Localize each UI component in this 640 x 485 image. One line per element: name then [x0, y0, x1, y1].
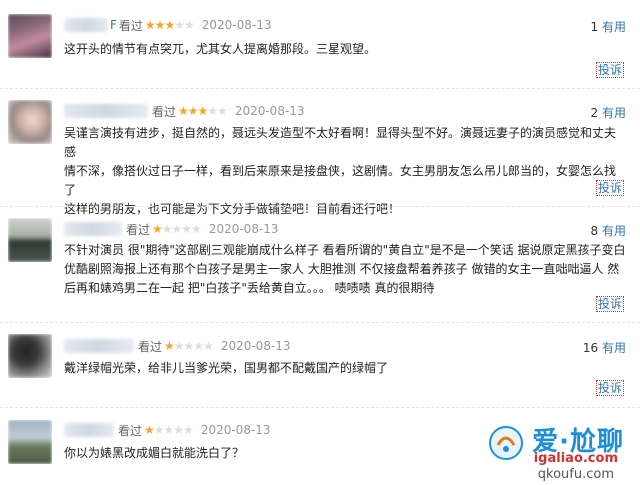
- username-blurred[interactable]: [64, 104, 148, 118]
- user-avatar[interactable]: [8, 218, 52, 262]
- user-avatar[interactable]: [8, 420, 52, 464]
- user-avatar[interactable]: [8, 100, 52, 144]
- divider: [0, 88, 640, 89]
- username-blurred[interactable]: [64, 423, 114, 437]
- review-text: 吴谨言演技有进步，挺自然的，聂远头发造型不太好看啊！显得头型不好。演聂远妻子的演…: [64, 126, 617, 216]
- watched-label: 看过: [118, 18, 143, 33]
- watermark-logo-icon: [489, 426, 523, 460]
- divider: [0, 322, 640, 323]
- review-date: 2020-08-13: [234, 104, 305, 118]
- report-link[interactable]: 投诉: [595, 180, 624, 196]
- useful-vote[interactable]: 8 有用: [591, 222, 626, 239]
- site-watermark: 爱·尬聊 igaliao.com qkoufu.com: [484, 415, 634, 485]
- divider: [0, 206, 640, 207]
- user-avatar[interactable]: [8, 14, 52, 58]
- rating-stars: ★★★★★: [144, 423, 194, 437]
- watched-label: 看过: [138, 339, 163, 354]
- review-text: 不针对演员 很"期待"这部剧三观能崩成什么样子 看看所谓的"黄自立"是不是一个笑…: [64, 243, 626, 295]
- username-blurred[interactable]: [64, 339, 134, 353]
- report-link[interactable]: 投诉: [595, 296, 624, 312]
- watched-label: 看过: [118, 423, 143, 438]
- watched-label: 看过: [126, 222, 151, 237]
- useful-vote[interactable]: 16 有用: [583, 339, 626, 356]
- report-link[interactable]: 投诉: [595, 62, 624, 78]
- review-date: 2020-08-13: [201, 18, 272, 32]
- review-text: 这开头的情节有点突兀，尤其女人提离婚那段。三星观望。: [64, 42, 377, 56]
- review-date: 2020-08-13: [200, 423, 271, 437]
- review-text: 戴洋绿帽光荣，给非儿当爹光荣，国男都不配戴国产的绿帽了: [64, 361, 389, 375]
- watermark-url-secondary: qkoufu.com: [537, 467, 614, 482]
- rating-stars: ★★★★★: [144, 18, 195, 32]
- username-blurred[interactable]: [64, 222, 122, 236]
- review-date: 2020-08-13: [208, 222, 279, 236]
- watermark-url: igaliao.com: [533, 451, 618, 466]
- review-text: 你以为婊黑改成媚白就能洗白了？: [64, 446, 245, 460]
- rating-stars: ★★★★★: [152, 222, 202, 236]
- divider: [0, 407, 640, 408]
- watched-label: 看过: [152, 104, 177, 119]
- username-blurred[interactable]: [64, 18, 108, 32]
- rating-stars: ★★★★★: [178, 104, 228, 118]
- username-tail[interactable]: F: [110, 18, 117, 32]
- report-link[interactable]: 投诉: [595, 380, 624, 396]
- rating-stars: ★★★★★: [164, 339, 214, 353]
- review-date: 2020-08-13: [220, 339, 291, 353]
- useful-vote[interactable]: 2 有用: [591, 104, 626, 121]
- user-avatar[interactable]: [8, 334, 52, 378]
- useful-vote[interactable]: 1 有用: [591, 18, 626, 35]
